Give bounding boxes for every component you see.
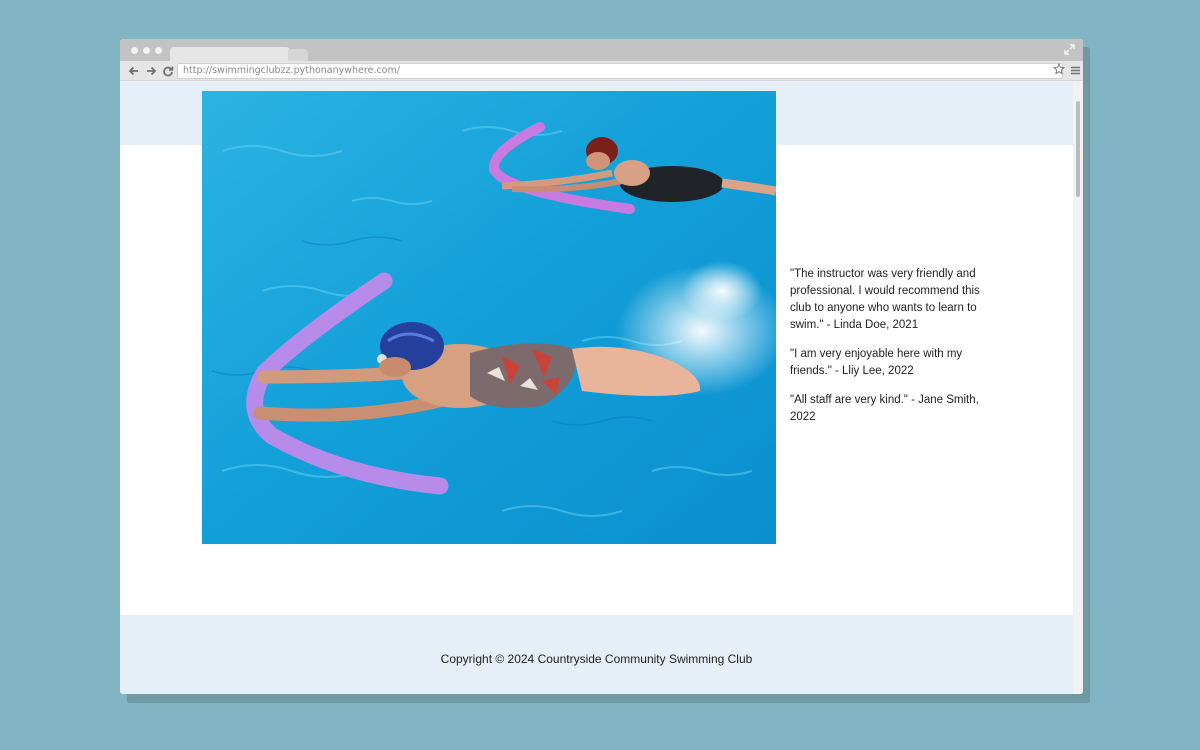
title-bar xyxy=(120,39,1083,61)
window-dot-1[interactable] xyxy=(131,47,138,54)
testimonial-1: "The instructor was very friendly and pr… xyxy=(790,268,980,331)
reload-icon[interactable] xyxy=(162,65,174,77)
browser-window: http://swimmingclubzz.pythonanywhere.com… xyxy=(120,39,1083,694)
swimmers-illustration xyxy=(202,91,776,544)
copyright-text: Copyright © 2024 Countryside Community S… xyxy=(440,652,753,666)
toolbar: http://swimmingclubzz.pythonanywhere.com… xyxy=(120,61,1083,81)
scroll-thumb[interactable] xyxy=(1076,101,1080,197)
testimonial-3: "All staff are very kind." - Jane Smith,… xyxy=(790,394,979,423)
page-viewport: "The instructor was very friendly and pr… xyxy=(120,81,1083,694)
new-tab-button[interactable] xyxy=(288,49,308,61)
pool-photo xyxy=(202,91,776,544)
url-text: http://swimmingclubzz.pythonanywhere.com… xyxy=(183,65,400,76)
back-arrow-icon[interactable] xyxy=(128,65,140,77)
scrollbar[interactable] xyxy=(1073,81,1083,694)
expand-icon[interactable] xyxy=(1064,44,1075,55)
window-dot-3[interactable] xyxy=(155,47,162,54)
forward-arrow-icon[interactable] xyxy=(145,65,157,77)
address-bar[interactable]: http://swimmingclubzz.pythonanywhere.com… xyxy=(177,63,1063,79)
bookmark-star-icon[interactable] xyxy=(1053,63,1065,75)
testimonial-2: "I am very enjoyable here with my friend… xyxy=(790,348,963,377)
menu-icon[interactable] xyxy=(1071,66,1080,75)
browser-tab[interactable] xyxy=(170,47,290,61)
window-dot-2[interactable] xyxy=(143,47,150,54)
testimonials: "The instructor was very friendly and pr… xyxy=(790,266,995,438)
footer: Copyright © 2024 Countryside Community S… xyxy=(120,615,1073,694)
